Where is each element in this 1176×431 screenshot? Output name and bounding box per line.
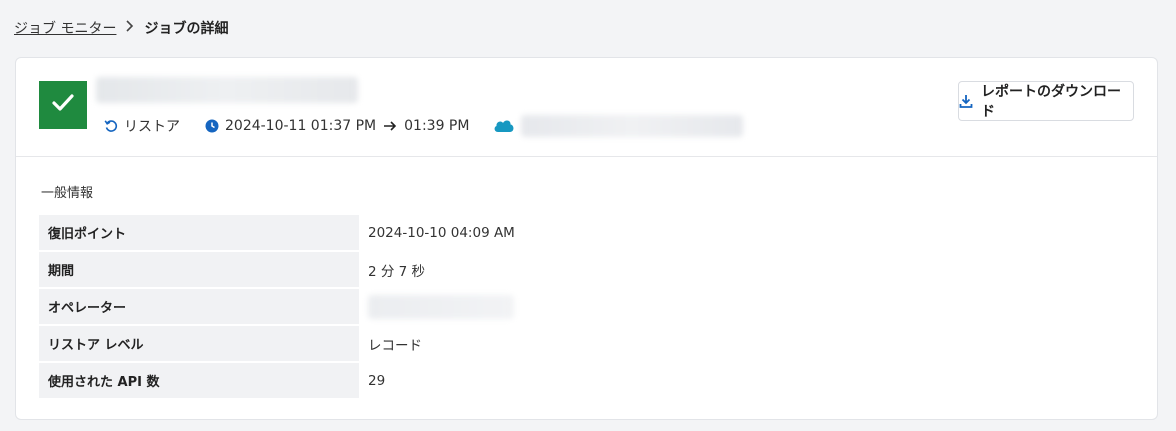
breadcrumb: ジョブ モニター ジョブの詳細 [14, 18, 228, 38]
table-row: オペレーター [39, 289, 1139, 326]
download-report-button[interactable]: レポートのダウンロード [958, 81, 1134, 121]
download-icon [959, 94, 973, 108]
org-name-redacted [521, 115, 744, 137]
table-row: 復旧ポイント 2024-10-10 04:09 AM [39, 215, 1139, 252]
chevron-right-icon [125, 20, 135, 36]
row-value: 2 分 7 秒 [368, 263, 426, 280]
job-end-time: 01:39 PM [404, 118, 470, 134]
row-value: レコード [368, 337, 422, 354]
job-meta: リストア 2024-10-11 01:37 PM 01:39 PM [104, 115, 744, 137]
row-value: 2024-10-10 04:09 AM [368, 224, 515, 241]
general-info-table: 復旧ポイント 2024-10-10 04:09 AM 期間 2 分 7 秒 オペ… [39, 215, 1139, 400]
page-title: ジョブの詳細 [144, 21, 229, 37]
job-name-redacted [96, 77, 358, 103]
job-detail-card: リストア 2024-10-11 01:37 PM 01:39 PM レポートのダ… [15, 57, 1158, 420]
operator-redacted [368, 294, 514, 319]
job-type-label: リストア [124, 119, 180, 135]
download-report-label: レポートのダウンロード [981, 84, 1121, 120]
row-key: 復旧ポイント [39, 215, 359, 250]
status-success-badge [39, 81, 87, 129]
general-info-title: 一般情報 [41, 186, 94, 201]
row-value: 29 [368, 372, 386, 389]
job-header: リストア 2024-10-11 01:37 PM 01:39 PM レポートのダ… [16, 58, 1157, 157]
job-start-time: 2024-10-11 01:37 PM [225, 118, 377, 134]
row-key: 使用された API 数 [39, 363, 359, 398]
clock-icon [205, 119, 219, 133]
row-key: 期間 [39, 252, 359, 287]
row-value-redacted [359, 289, 514, 324]
table-row: リストア レベル レコード [39, 326, 1139, 363]
row-key: リストア レベル [39, 326, 359, 361]
table-row: 使用された API 数 29 [39, 363, 1139, 400]
check-icon [51, 93, 75, 117]
table-row: 期間 2 分 7 秒 [39, 252, 1139, 289]
salesforce-cloud-icon [493, 118, 515, 134]
breadcrumb-job-monitor-link[interactable]: ジョブ モニター [14, 18, 116, 38]
restore-icon [104, 119, 118, 133]
arrow-right-icon [383, 120, 397, 132]
row-key: オペレーター [39, 289, 359, 324]
